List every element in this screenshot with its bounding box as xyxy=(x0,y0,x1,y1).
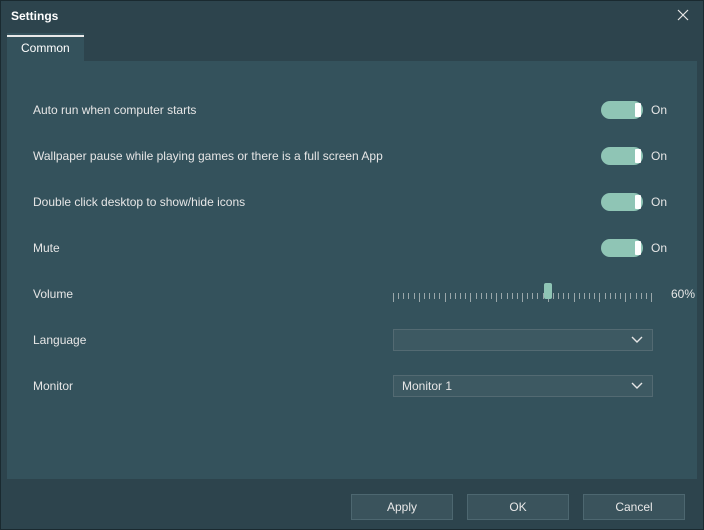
apply-button[interactable]: Apply xyxy=(351,494,453,520)
tabbar: Common xyxy=(1,31,703,61)
dblclick-label: Double click desktop to show/hide icons xyxy=(33,195,393,209)
volume-value: 60% xyxy=(665,287,695,301)
dblclick-state: On xyxy=(651,195,671,209)
row-monitor: Monitor Monitor 1 xyxy=(33,363,671,409)
volume-label: Volume xyxy=(33,287,393,301)
chevron-down-icon xyxy=(630,382,644,390)
language-select[interactable] xyxy=(393,329,653,351)
pause-state: On xyxy=(651,149,671,163)
close-button[interactable] xyxy=(673,6,693,26)
autorun-label: Auto run when computer starts xyxy=(33,103,393,117)
cancel-button[interactable]: Cancel xyxy=(583,494,685,520)
language-label: Language xyxy=(33,333,393,347)
window-title: Settings xyxy=(11,9,58,23)
dblclick-toggle[interactable] xyxy=(601,193,643,211)
settings-pane: Auto run when computer starts On Wallpap… xyxy=(7,61,697,479)
settings-window: Settings Common Auto run when computer s… xyxy=(0,0,704,530)
monitor-label: Monitor xyxy=(33,379,393,393)
row-mute: Mute On xyxy=(33,225,671,271)
ok-button[interactable]: OK xyxy=(467,494,569,520)
chevron-down-icon xyxy=(630,336,644,344)
monitor-selected: Monitor 1 xyxy=(402,379,630,393)
row-autorun: Auto run when computer starts On xyxy=(33,87,671,133)
row-language: Language xyxy=(33,317,671,363)
autorun-state: On xyxy=(651,103,671,117)
tab-common[interactable]: Common xyxy=(7,33,84,61)
mute-toggle[interactable] xyxy=(601,239,643,257)
mute-state: On xyxy=(651,241,671,255)
volume-thumb[interactable] xyxy=(544,283,552,299)
monitor-select[interactable]: Monitor 1 xyxy=(393,375,653,397)
tab-label: Common xyxy=(21,41,70,55)
close-icon xyxy=(677,9,689,24)
row-volume: Volume 60% xyxy=(33,271,671,317)
row-dblclick: Double click desktop to show/hide icons … xyxy=(33,179,671,225)
pause-toggle[interactable] xyxy=(601,147,643,165)
titlebar: Settings xyxy=(1,1,703,31)
volume-slider[interactable] xyxy=(393,281,651,307)
footer: Apply OK Cancel xyxy=(1,485,703,529)
autorun-toggle[interactable] xyxy=(601,101,643,119)
row-pause: Wallpaper pause while playing games or t… xyxy=(33,133,671,179)
pause-label: Wallpaper pause while playing games or t… xyxy=(33,149,393,163)
mute-label: Mute xyxy=(33,241,393,255)
